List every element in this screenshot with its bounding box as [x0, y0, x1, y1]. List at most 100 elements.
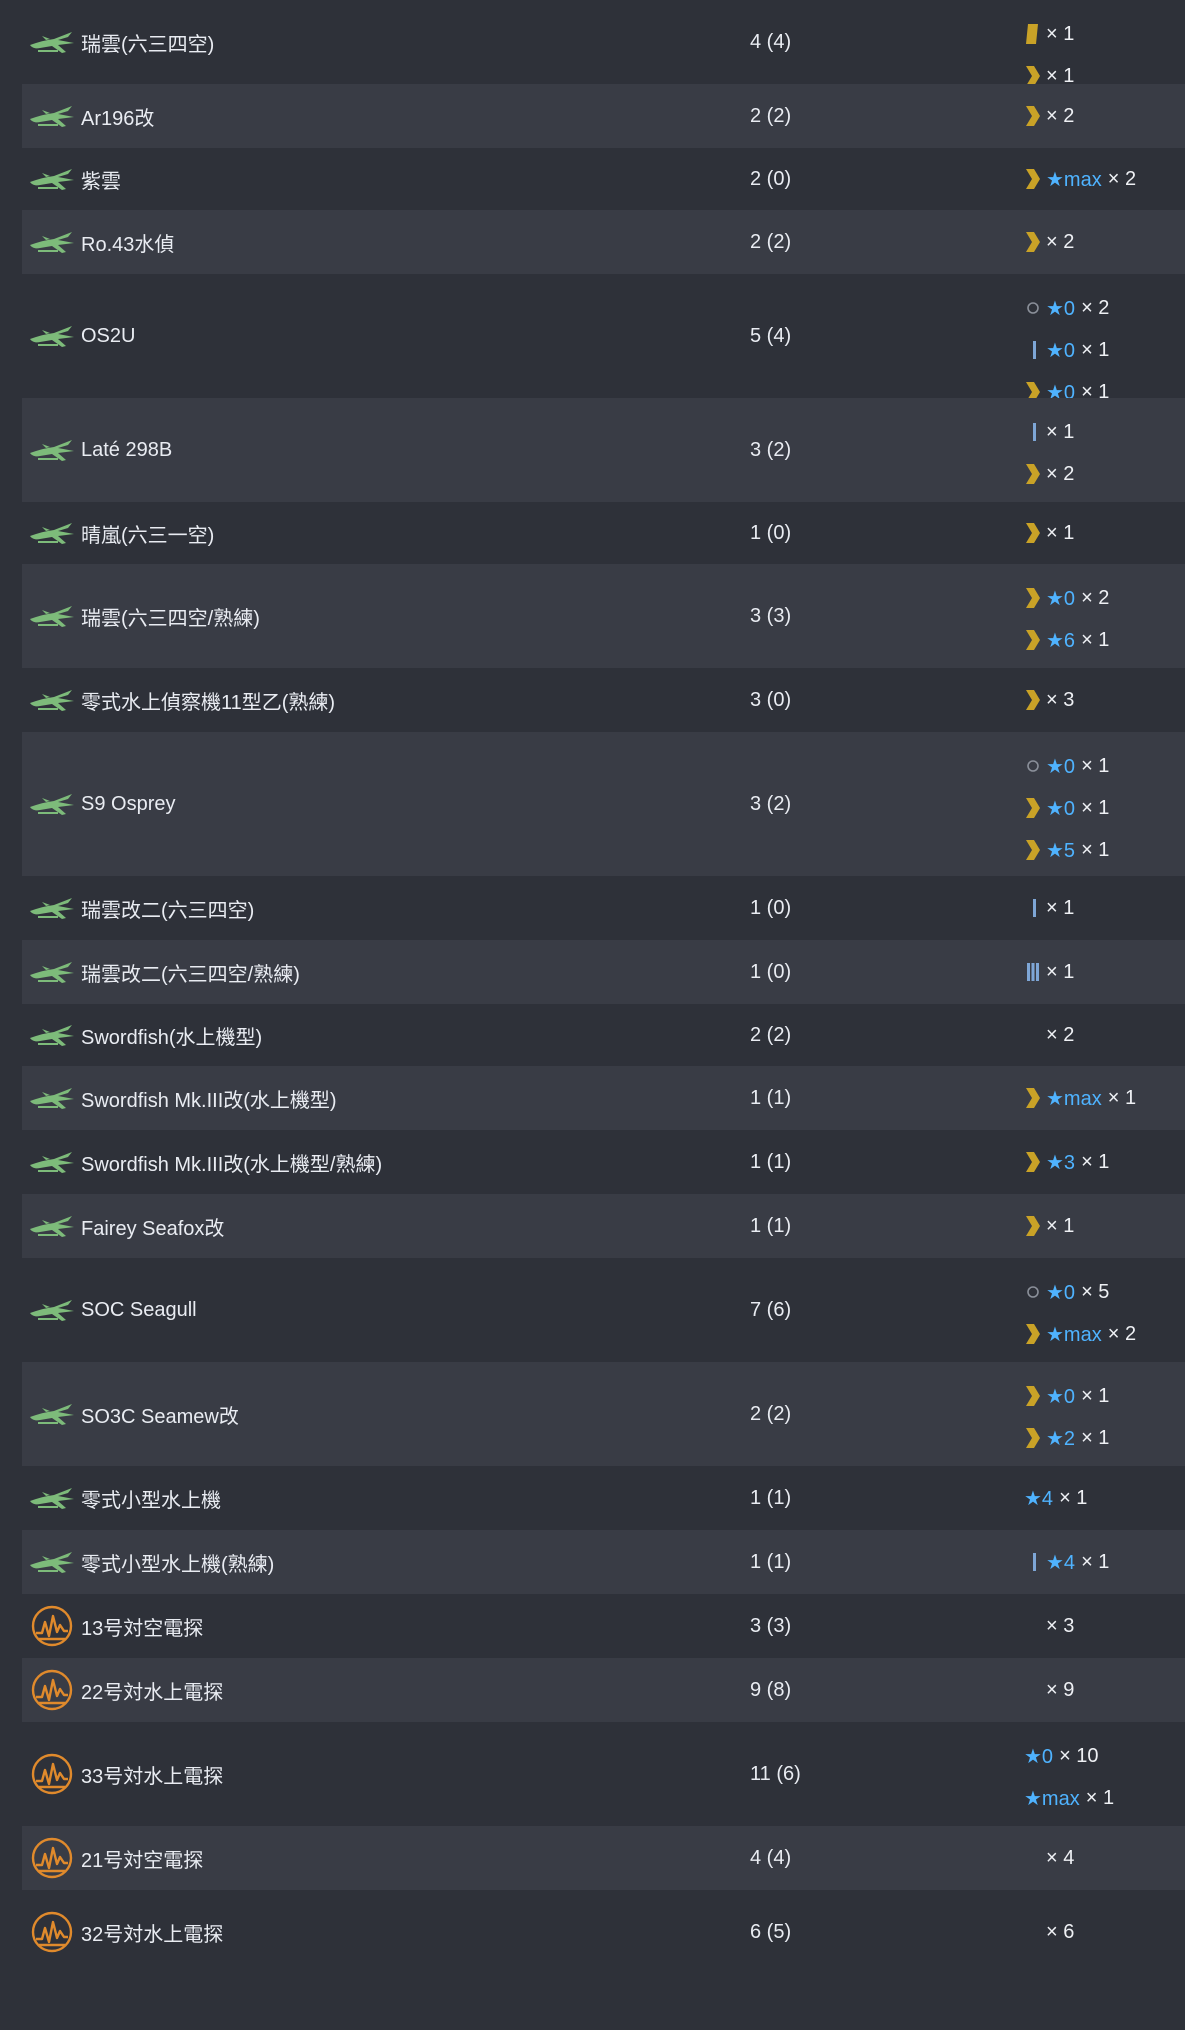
proficiency-entry: × 2 — [1024, 1021, 1074, 1049]
improvement-level: ★max — [1024, 1787, 1080, 1810]
quantity: × 10 — [1059, 1744, 1099, 1767]
table-row[interactable]: 紫雲 2 (0) ★max × 2 — [22, 148, 1185, 210]
proficiency-entry: × 2 — [1024, 460, 1074, 488]
seaplane-icon — [30, 1216, 74, 1237]
seaplane-icon — [30, 1300, 74, 1321]
equipment-name: Laté 298B — [81, 438, 173, 461]
table-row[interactable]: 瑞雲改二(六三四空/熟練) 1 (0) × 1 — [22, 940, 1185, 1004]
equipment-count: 7 (6) — [750, 1298, 792, 1321]
table-row[interactable]: 22号対水上電探 9 (8) × 9 — [22, 1658, 1185, 1722]
table-row[interactable]: 瑞雲改二(六三四空) 1 (0) × 1 — [22, 876, 1185, 940]
table-row[interactable]: SO3C Seamew改 2 (2) ★0 × 1 ★2 × 1 — [22, 1362, 1185, 1466]
equipment-count: 1 (0) — [750, 896, 792, 919]
equipment-count: 1 (1) — [750, 1550, 792, 1573]
equipment-name: 晴嵐(六三一空) — [81, 524, 215, 547]
table-row[interactable]: Fairey Seafox改 1 (1) × 1 — [22, 1194, 1185, 1258]
equipment-name: 瑞雲改二(六三四空) — [81, 899, 255, 922]
proficiency-entry: ★max × 1 — [1024, 1084, 1136, 1112]
table-row[interactable]: 零式小型水上機 1 (1) ★4 × 1 — [22, 1466, 1185, 1530]
proficiency-entry: ★3 × 1 — [1024, 1148, 1109, 1176]
table-row[interactable]: SOC Seagull 7 (6) ★0 × 5 ★max × 2 — [22, 1258, 1185, 1362]
improvement-level: ★0 — [1046, 1385, 1076, 1408]
equipment-name-cell: Swordfish(水上機型) — [22, 1004, 262, 1066]
quantity: × 1 — [1046, 960, 1075, 983]
equipment-table: 瑞雲(六三四空) 4 (4) × 1 × 1 Ar196改 2 (2) × 2 紫雲 2 (0)… — [22, 0, 1185, 1974]
equipment-name: 瑞雲改二(六三四空/熟練) — [81, 963, 300, 986]
quantity: × 2 — [1081, 296, 1110, 319]
proficiency-entry: ★0 × 1 — [1024, 752, 1109, 780]
table-row[interactable]: 33号対水上電探 11 (6) ★0 × 10 ★max × 1 — [22, 1722, 1185, 1826]
improvement-level: ★3 — [1046, 1151, 1076, 1174]
quantity: × 1 — [1107, 1086, 1137, 1109]
table-row[interactable]: Laté 298B 3 (2) × 1 × 2 — [22, 398, 1185, 502]
proficiency-chevron-icon — [1024, 586, 1046, 610]
seaplane-icon — [30, 232, 74, 253]
equipment-name: 13号対空電探 — [81, 1617, 204, 1640]
proficiency-entry: ★5 × 1 — [1024, 836, 1109, 864]
equipment-name: Swordfish Mk.III改(水上機型/熟練) — [81, 1153, 383, 1176]
seaplane-icon — [30, 440, 74, 461]
table-row[interactable]: 零式水上偵察機11型乙(熟練) 3 (0) × 3 — [22, 668, 1185, 732]
improvement-level: ★0 — [1046, 339, 1076, 362]
quantity: × 2 — [1046, 230, 1075, 253]
seaplane-icon — [30, 898, 74, 919]
equipment-name: Ar196改 — [81, 107, 155, 130]
proficiency-rank-1-icon — [1024, 420, 1046, 444]
table-row[interactable]: 晴嵐(六三一空) 1 (0) × 1 — [22, 502, 1185, 564]
table-row[interactable]: 零式小型水上機(熟練) 1 (1) ★4 × 1 — [22, 1530, 1185, 1594]
quantity: × 2 — [1107, 1322, 1137, 1345]
table-row[interactable]: 瑞雲(六三四空) 4 (4) × 1 × 1 — [22, 0, 1185, 87]
equipment-count: 11 (6) — [750, 1762, 801, 1785]
equipment-name: SO3C Seamew改 — [81, 1405, 239, 1428]
table-row[interactable]: Swordfish Mk.III改(水上機型) 1 (1) ★max × 1 — [22, 1066, 1185, 1130]
equipment-name-cell: 零式小型水上機 — [22, 1466, 221, 1530]
table-row[interactable]: S9 Osprey 3 (2) ★0 × 1 ★0 × 1 ★5 × 1 — [22, 732, 1185, 876]
quantity: × 9 — [1046, 1678, 1075, 1701]
radar-icon — [31, 1605, 73, 1647]
proficiency-entry: × 3 — [1024, 686, 1074, 714]
improvement-level: ★max — [1046, 168, 1102, 191]
quantity: × 1 — [1046, 1214, 1075, 1237]
table-row[interactable]: 21号対空電探 4 (4) × 4 — [22, 1826, 1185, 1890]
equipment-name: Swordfish(水上機型) — [81, 1026, 263, 1049]
radar-icon — [31, 1911, 73, 1953]
equipment-name: 瑞雲(六三四空/熟練) — [81, 607, 260, 630]
proficiency-chevron-icon — [1024, 521, 1046, 545]
proficiency-chevron-icon — [1024, 688, 1046, 712]
table-row[interactable]: Swordfish(水上機型) 2 (2) × 2 — [22, 1004, 1185, 1066]
table-row[interactable]: Ro.43水偵 2 (2) × 2 — [22, 210, 1185, 274]
quantity: × 2 — [1046, 104, 1075, 127]
blank-mark — [1024, 1614, 1046, 1638]
equipment-name: Ro.43水偵 — [81, 233, 175, 256]
quantity: × 3 — [1046, 1614, 1075, 1637]
proficiency-chevron-icon — [1024, 1322, 1046, 1346]
proficiency-chevron-icon — [1024, 1086, 1046, 1110]
improvement-level: ★max — [1046, 1323, 1102, 1346]
proficiency-entry: × 9 — [1024, 1676, 1074, 1704]
equipment-name-cell: 晴嵐(六三一空) — [22, 502, 214, 564]
table-row[interactable]: 瑞雲(六三四空/熟練) 3 (3) ★0 × 2 ★6 × 1 — [22, 564, 1185, 668]
equipment-count: 1 (0) — [750, 521, 792, 544]
proficiency-entry: ★4 × 1 — [1024, 1484, 1087, 1512]
quantity: × 1 — [1059, 1486, 1088, 1509]
table-row[interactable]: Ar196改 2 (2) × 2 — [22, 84, 1185, 148]
proficiency-rank-1-icon — [1024, 896, 1046, 920]
equipment-name-cell: 零式水上偵察機11型乙(熟練) — [22, 668, 335, 732]
seaplane-icon — [30, 1552, 74, 1573]
seaplane-icon — [26, 1482, 78, 1514]
proficiency-entry: × 6 — [1024, 1918, 1074, 1946]
proficiency-rank-1-icon — [1024, 1550, 1046, 1574]
table-row[interactable]: OS2U5 (4)★0× 2★0× 1★0× 1★6× 1 — [22, 274, 1185, 446]
proficiency-none-icon — [1024, 296, 1046, 320]
improvement-level: ★0 — [1046, 587, 1076, 610]
table-row[interactable]: 32号対水上電探 6 (5) × 6 — [22, 1890, 1185, 1974]
table-row[interactable]: 13号対空電探 3 (3) × 3 — [22, 1594, 1185, 1658]
table-row[interactable]: Swordfish Mk.III改(水上機型/熟練) 1 (1) ★3 × 1 — [22, 1130, 1185, 1194]
proficiency-entry: × 3 — [1024, 1612, 1074, 1640]
proficiency-entry: ★2 × 1 — [1024, 1424, 1109, 1452]
radar-icon — [26, 1911, 78, 1953]
radar-icon — [26, 1605, 78, 1647]
equipment-name: 零式小型水上機(熟練) — [81, 1553, 275, 1576]
seaplane-icon — [30, 1152, 74, 1173]
proficiency-chevron-icon — [1024, 1214, 1046, 1238]
